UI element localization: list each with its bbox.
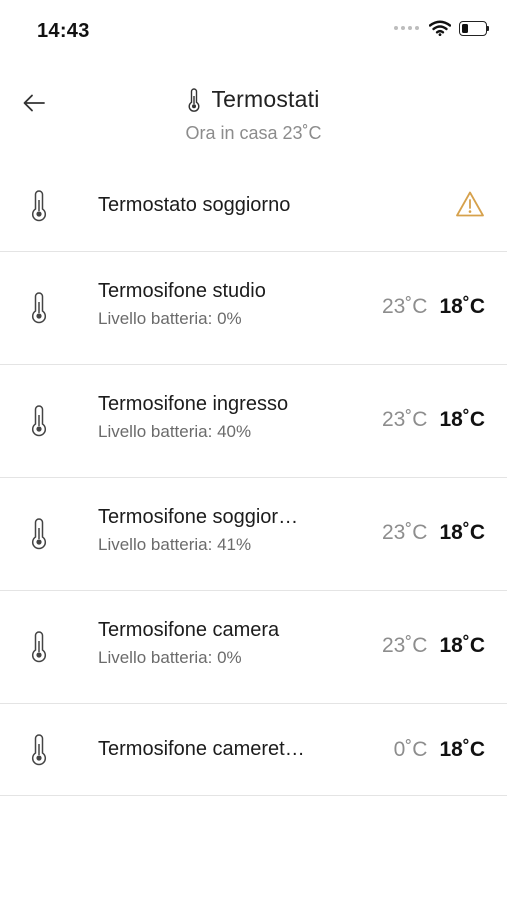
temperatures: 23˚C 18˚C (382, 634, 485, 658)
battery-level: Livello batteria: 41% (98, 535, 252, 554)
thermostat-row[interactable]: Termosifone cameret… 0˚C 18˚C (0, 704, 507, 796)
header: Termostati Ora in casa 23˚C (0, 62, 507, 162)
temperatures: 23˚C 18˚C (382, 521, 485, 545)
thermostat-row[interactable]: Termosifone camera Livello batteria: 0% … (0, 591, 507, 704)
thermostat-info: Termosifone studio Livello batteria: 0% (98, 280, 266, 329)
thermostat-row[interactable]: Termosifone studio Livello batteria: 0% … (0, 252, 507, 365)
target-temperature: 18˚C (439, 521, 485, 544)
thermometer-icon (31, 190, 47, 222)
title-block: Termostati Ora in casa 23˚C (0, 86, 507, 144)
thermostat-name: Termosifone camera (98, 619, 280, 641)
thermostat-name: Termosifone cameret… (98, 738, 305, 760)
thermostat-info: Termosifone ingresso Livello batteria: 4… (98, 393, 288, 442)
target-temperature: 18˚C (439, 738, 485, 761)
battery-level: Livello batteria: 0% (98, 648, 242, 667)
thermostat-name: Termostato soggiorno (98, 194, 291, 216)
thermometer-icon (188, 87, 200, 112)
signal-dots-icon (394, 26, 419, 30)
temperatures: 0˚C 18˚C (394, 738, 485, 762)
thermostat-name: Termosifone soggior… (98, 506, 299, 528)
temperatures: 23˚C 18˚C (382, 408, 485, 432)
battery-level: Livello batteria: 40% (98, 422, 252, 441)
current-temperature: 23˚C (381, 408, 428, 431)
thermometer-icon (31, 734, 47, 766)
thermostat-info: Termosifone camera Livello batteria: 0% (98, 619, 279, 668)
page-subtitle: Ora in casa 23˚C (185, 122, 322, 143)
thermostat-row[interactable]: Termosifone ingresso Livello batteria: 4… (0, 365, 507, 478)
thermostat-list: Termostato soggiorno Termosifone studio … (0, 160, 507, 796)
current-temperature: 0˚C (393, 738, 428, 761)
current-temperature: 23˚C (381, 634, 428, 657)
target-temperature: 18˚C (439, 634, 485, 657)
thermostat-name: Termosifone ingresso (98, 393, 289, 415)
thermometer-icon (31, 518, 47, 550)
wifi-icon (429, 20, 451, 36)
page-title: Termostati (211, 86, 320, 112)
thermostat-info: Termostato soggiorno (98, 194, 290, 217)
battery-icon (459, 20, 489, 36)
target-temperature: 18˚C (439, 295, 485, 318)
current-temperature: 23˚C (381, 521, 428, 544)
battery-level: Livello batteria: 0% (98, 309, 242, 328)
thermostat-row[interactable]: Termostato soggiorno (0, 160, 507, 252)
target-temperature: 18˚C (439, 408, 485, 431)
status-bar: 14:43 (0, 0, 507, 62)
thermometer-icon (31, 292, 47, 324)
warning-triangle-icon[interactable] (455, 190, 485, 218)
thermostat-row[interactable]: Termosifone soggior… Livello batteria: 4… (0, 478, 507, 591)
thermostat-name: Termosifone studio (98, 280, 266, 302)
thermometer-icon (31, 405, 47, 437)
current-temperature: 23˚C (381, 295, 428, 318)
thermometer-icon (31, 631, 47, 663)
status-icons (394, 20, 489, 36)
thermostat-info: Termosifone cameret… (98, 738, 305, 761)
temperatures: 23˚C 18˚C (382, 295, 485, 319)
thermostat-info: Termosifone soggior… Livello batteria: 4… (98, 506, 298, 555)
status-time: 14:43 (37, 20, 90, 42)
